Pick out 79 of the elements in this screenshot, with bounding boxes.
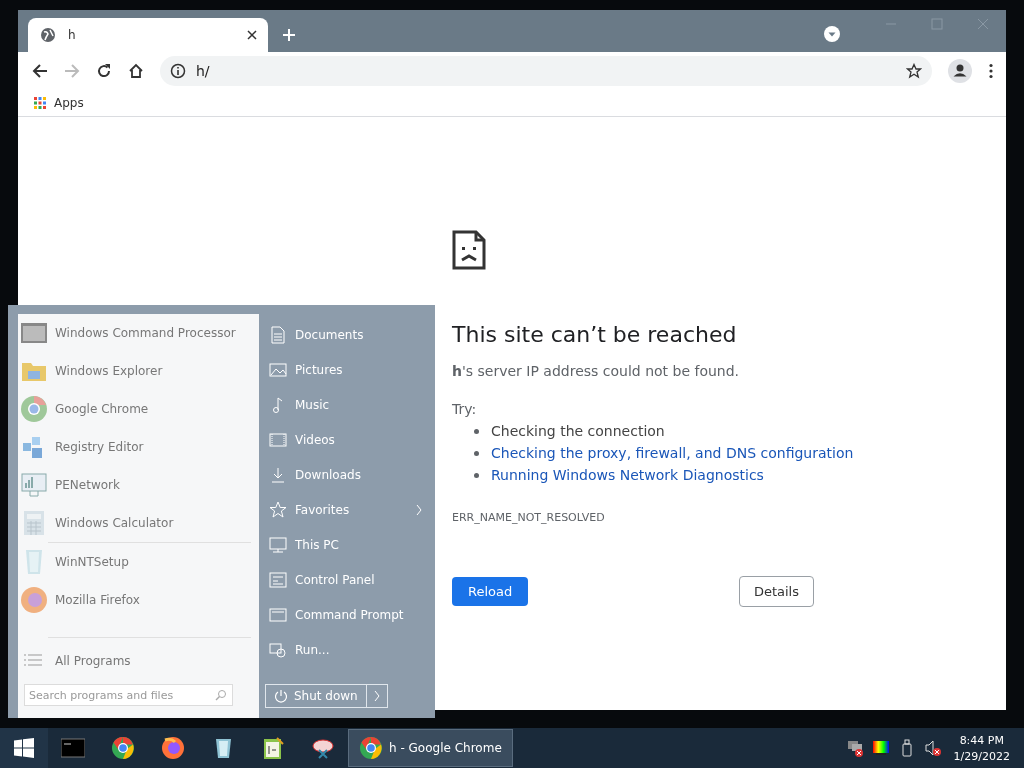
reload-icon[interactable]: [96, 63, 112, 79]
download-icon: [269, 465, 287, 484]
clock-date: 1/29/2022: [953, 749, 1010, 763]
run-icon: [269, 640, 287, 659]
place-item[interactable]: Videos: [265, 422, 423, 457]
fox-logo-icon: [20, 586, 48, 614]
program-item[interactable]: Google Chrome: [18, 390, 251, 428]
notepad-icon: [261, 736, 285, 760]
terminal-icon: [61, 736, 85, 760]
program-item[interactable]: Windows Calculator: [18, 504, 251, 542]
new-tab-icon[interactable]: [282, 28, 296, 42]
error-code: ERR_NAME_NOT_RESOLVED: [452, 511, 605, 524]
chevron-icon: [415, 503, 423, 516]
all-programs-item[interactable]: All Programs: [18, 642, 251, 680]
program-item[interactable]: Windows Command Processor: [18, 314, 251, 352]
globe-icon: [40, 27, 56, 43]
suggestion-link[interactable]: Running Windows Network Diagnostics: [491, 467, 764, 483]
home-icon[interactable]: [128, 63, 144, 79]
place-item[interactable]: Command Prompt: [265, 597, 423, 632]
place-item[interactable]: Downloads: [265, 457, 423, 492]
start-button[interactable]: [0, 728, 48, 768]
sad-page-icon: [452, 230, 486, 270]
error-message: h's server IP address could not be found.: [452, 363, 740, 379]
program-item[interactable]: Windows Explorer: [18, 352, 251, 390]
terminal-icon: [269, 605, 287, 624]
film-icon: [269, 430, 287, 449]
control-panel-icon: [269, 570, 287, 589]
power-icon: [274, 689, 288, 703]
details-button[interactable]: Details: [738, 576, 814, 607]
search-icon: [215, 689, 227, 701]
network-chart-icon: [20, 471, 48, 499]
clock[interactable]: 8:44 PM 1/29/2022: [945, 733, 1024, 763]
place-item[interactable]: Run...: [265, 632, 423, 667]
monitor-icon: [269, 535, 287, 554]
bullet-icon: [474, 450, 479, 456]
place-item[interactable]: Control Panel: [265, 562, 423, 597]
suggestion-link[interactable]: Checking the proxy, firewall, and DNS configuration: [491, 445, 854, 461]
volume-muted-icon[interactable]: [923, 739, 942, 757]
reload-button[interactable]: Reload: [452, 577, 529, 606]
place-item[interactable]: Pictures: [265, 352, 423, 387]
fox-logo-icon: [161, 736, 185, 760]
star-icon: [269, 500, 287, 519]
document-icon: [269, 325, 287, 344]
dropdown-icon[interactable]: [824, 26, 840, 42]
windows-logo-icon: [14, 738, 34, 758]
star-icon[interactable]: [906, 63, 922, 79]
scissors-icon: [311, 736, 335, 760]
try-label: Try:: [452, 401, 477, 417]
search-field[interactable]: Search programs and files: [24, 684, 233, 706]
profile-icon[interactable]: [948, 59, 972, 83]
place-item[interactable]: Favorites: [265, 492, 423, 527]
network-disconnected-icon[interactable]: [845, 739, 864, 757]
clock-time: 8:44 PM: [959, 733, 1004, 747]
program-item[interactable]: WinNTSetup: [18, 543, 251, 581]
place-item[interactable]: Music: [265, 387, 423, 422]
menu-icon[interactable]: [988, 63, 994, 79]
browser-logo-icon: [111, 736, 135, 760]
close-icon[interactable]: [246, 29, 258, 41]
program-item[interactable]: PENetwork: [18, 466, 251, 504]
address-bar[interactable]: h/: [160, 56, 932, 86]
place-item[interactable]: This PC: [265, 527, 423, 562]
error-title: This site can’t be reached: [452, 322, 737, 347]
back-icon[interactable]: [32, 63, 48, 79]
browser-tab[interactable]: h: [28, 18, 268, 52]
chevron-icon: [372, 690, 381, 702]
bullet-icon: [474, 428, 479, 434]
program-item[interactable]: Mozilla Firefox: [18, 581, 251, 619]
bookmark-link[interactable]: Apps: [32, 94, 86, 112]
suggestion-text: Checking the connection: [491, 423, 665, 439]
color-display-icon[interactable]: [871, 739, 890, 757]
bullet-icon: [474, 472, 479, 478]
apps-grid-icon: [34, 97, 46, 109]
place-item[interactable]: Documents: [265, 317, 423, 352]
browser-logo-icon: [359, 736, 383, 760]
info-icon: [170, 63, 186, 79]
program-item[interactable]: Registry Editor: [18, 428, 251, 466]
picture-icon: [269, 360, 287, 379]
shut-down-button[interactable]: Shut down: [265, 684, 367, 708]
taskbar-window-button[interactable]: h - Google Chrome: [348, 729, 513, 767]
